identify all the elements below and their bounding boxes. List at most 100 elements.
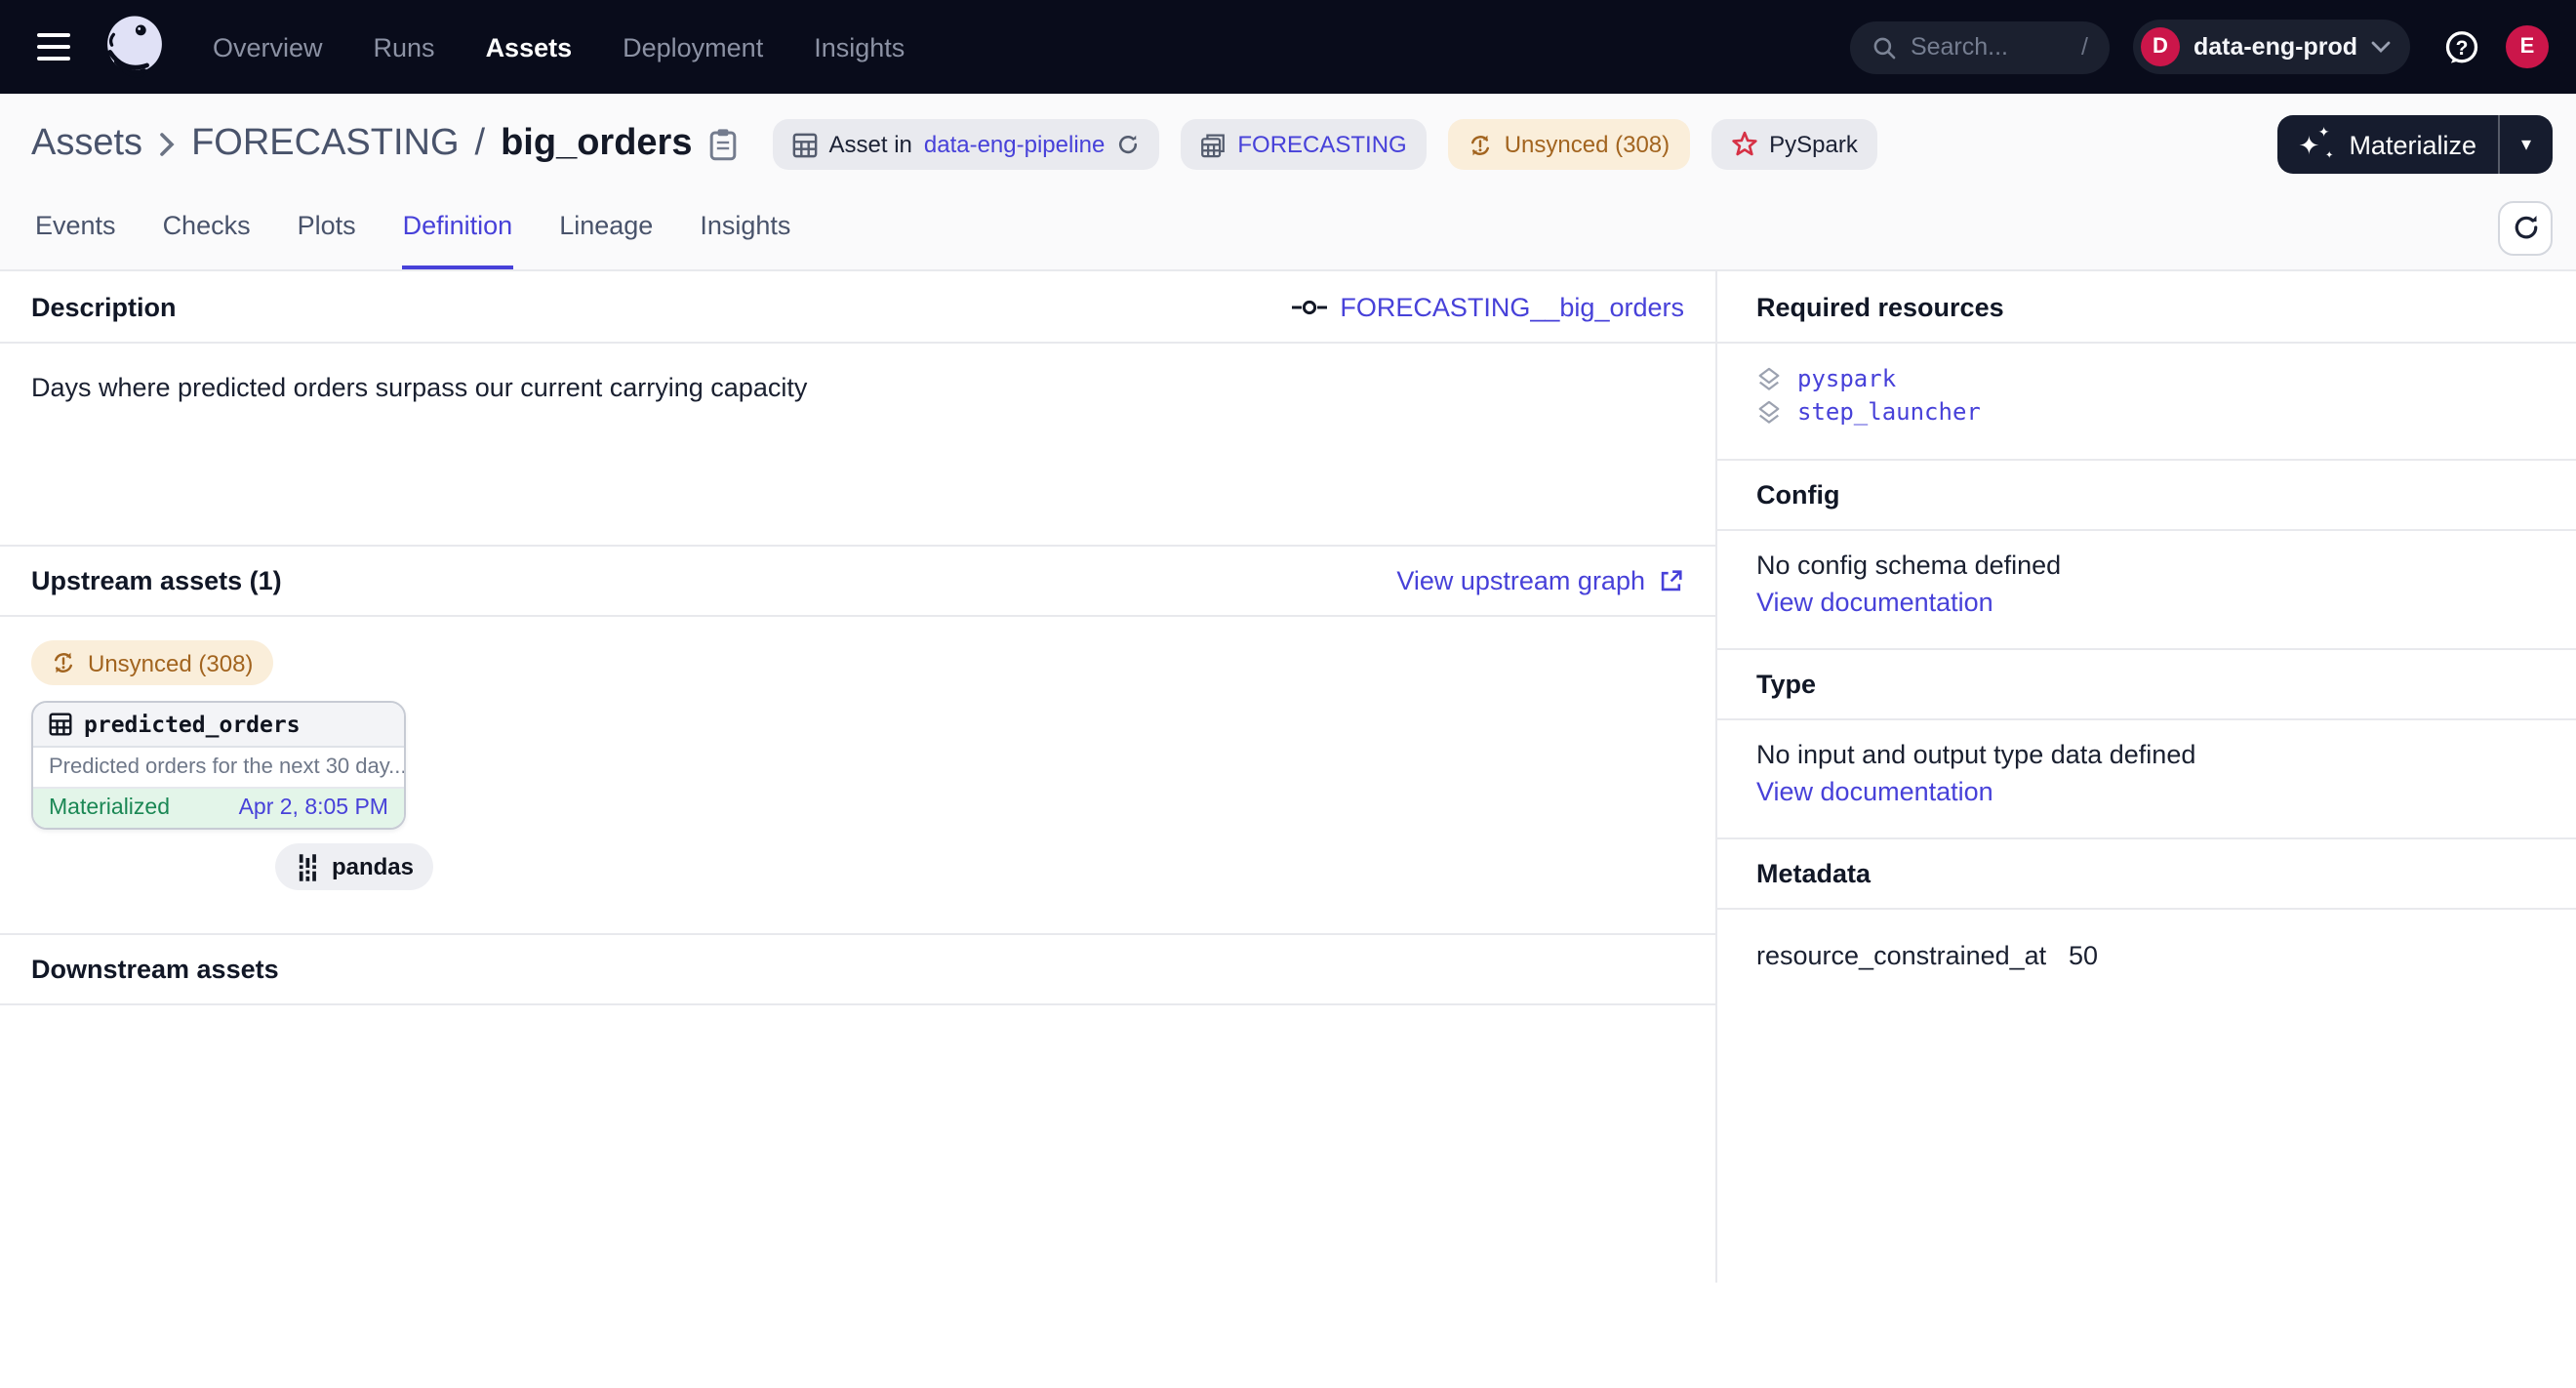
materialize-split-button: ✦ ✦ ✦ Materialize ▾ — [2276, 115, 2553, 174]
tab-checks[interactable]: Checks — [163, 185, 251, 269]
tag-asset-in-job: Asset in data-eng-pipeline — [773, 119, 1160, 170]
type-empty-message: No input and output type data defined — [1756, 740, 2537, 769]
description-title: Description — [31, 292, 177, 321]
materialization-timestamp-link[interactable]: Apr 2, 8:05 PM — [239, 796, 388, 820]
sync-warning-icon — [1468, 132, 1493, 157]
view-upstream-graph-label: View upstream graph — [1396, 566, 1645, 595]
asset-card-name: predicted_orders — [84, 711, 301, 738]
materialize-options-button[interactable]: ▾ — [2500, 115, 2553, 174]
upstream-section-header: Upstream assets (1) View upstream graph — [0, 545, 1715, 617]
deployment-name: data-eng-prod — [2194, 33, 2357, 61]
breadcrumb-group-link[interactable]: FORECASTING — [191, 123, 459, 166]
main-column: Description FORECASTING__big_orders Days… — [0, 271, 1717, 1283]
tab-insights[interactable]: Insights — [700, 185, 790, 269]
tag-compute-kind-label: PySpark — [1769, 131, 1858, 158]
search-input[interactable]: Search... / — [1850, 20, 2110, 73]
job-refresh-button[interactable] — [1116, 133, 1140, 156]
type-section-header: Type — [1717, 648, 2576, 720]
asset-group-icon — [1200, 132, 1226, 157]
materialize-button[interactable]: ✦ ✦ ✦ Materialize — [2276, 115, 2500, 174]
materialize-label: Materialize — [2349, 130, 2476, 159]
op-icon — [1291, 298, 1326, 315]
refresh-icon — [1116, 133, 1140, 156]
tag-compute-kind: PySpark — [1711, 119, 1877, 170]
asset-tabs: Events Checks Plots Definition Lineage I… — [0, 185, 2576, 271]
resources-body: pyspark step_launcher — [1717, 344, 2576, 459]
nav-item-deployment[interactable]: Deployment — [623, 32, 763, 61]
view-upstream-graph-link[interactable]: View upstream graph — [1396, 566, 1684, 595]
unsynced-badge[interactable]: Unsynced (308) — [31, 640, 272, 685]
unsynced-badge-label: Unsynced (308) — [88, 649, 253, 676]
resource-link-pyspark-label: pyspark — [1797, 365, 1896, 392]
tab-events[interactable]: Events — [35, 185, 116, 269]
resource-icon — [1756, 399, 1782, 425]
nav-item-overview[interactable]: Overview — [213, 32, 323, 61]
type-view-documentation-link[interactable]: View documentation — [1756, 777, 2537, 806]
copy-icon — [708, 127, 738, 162]
definition-content: Description FORECASTING__big_orders Days… — [0, 271, 2576, 1283]
tab-lineage[interactable]: Lineage — [559, 185, 653, 269]
tag-pandas[interactable]: pandas — [275, 843, 433, 890]
table-icon — [49, 713, 72, 736]
asset-card-description: Predicted orders for the next 30 day... — [33, 748, 404, 789]
resource-link-step-launcher-label: step_launcher — [1797, 398, 1981, 426]
resources-section-header: Required resources — [1717, 271, 2576, 344]
external-link-icon — [1659, 568, 1684, 593]
caret-down-icon: ▾ — [2521, 134, 2531, 155]
op-link[interactable]: FORECASTING__big_orders — [1291, 292, 1684, 321]
pyspark-star-icon — [1730, 131, 1757, 158]
nav-item-runs[interactable]: Runs — [374, 32, 435, 61]
tag-pandas-label: pandas — [332, 853, 414, 880]
menu-button[interactable] — [20, 16, 88, 77]
nav-item-assets[interactable]: Assets — [486, 32, 573, 61]
breadcrumb-separator: / — [475, 123, 486, 166]
upstream-title: Upstream assets (1) — [31, 566, 282, 595]
search-placeholder: Search... — [1911, 33, 2008, 61]
downstream-section-header: Downstream assets — [0, 933, 1715, 1005]
materialized-status: Materialized — [49, 796, 170, 820]
config-empty-message: No config schema defined — [1756, 551, 2537, 580]
search-shortcut-hint: / — [2081, 33, 2088, 61]
description-body: Days where predicted orders surpass our … — [0, 344, 1715, 545]
user-avatar[interactable]: E — [2506, 25, 2549, 68]
menu-icon — [37, 33, 70, 37]
asset-card-status-row: Materialized Apr 2, 8:05 PM — [33, 789, 404, 828]
breadcrumb-asset-name: big_orders — [501, 123, 692, 166]
tab-definition[interactable]: Definition — [403, 185, 513, 269]
config-body: No config schema defined View documentat… — [1717, 531, 2576, 648]
top-nav: Overview Runs Assets Deployment Insights… — [0, 0, 2576, 94]
resource-link-step-launcher[interactable]: step_launcher — [1756, 398, 2537, 426]
tag-sync-status[interactable]: Unsynced (308) — [1448, 119, 1689, 170]
upstream-asset-card[interactable]: predicted_orders Predicted orders for th… — [31, 701, 406, 830]
top-nav-right: Search... / D data-eng-prod ? — [1850, 20, 2549, 74]
svg-text:?: ? — [2456, 36, 2469, 59]
help-button[interactable]: ? — [2441, 26, 2482, 67]
refresh-page-button[interactable] — [2498, 200, 2553, 255]
resource-link-pyspark[interactable]: pyspark — [1756, 365, 2537, 392]
page-header: Assets FORECASTING / big_orders — [0, 94, 2576, 271]
dagster-logo-icon — [100, 12, 170, 82]
chevron-down-icon — [2371, 41, 2391, 53]
compute-kind-row: pandas — [31, 843, 433, 890]
metadata-key: resource_constrained_at — [1756, 941, 2069, 970]
deployment-switcher[interactable]: D data-eng-prod — [2133, 20, 2410, 74]
upstream-body: Unsynced (308) predicted_orders Predicte… — [0, 617, 1715, 933]
top-nav-links: Overview Runs Assets Deployment Insights — [213, 32, 905, 61]
nav-item-insights[interactable]: Insights — [814, 32, 905, 61]
op-link-label: FORECASTING__big_orders — [1340, 292, 1684, 321]
resource-icon — [1756, 366, 1782, 391]
type-body: No input and output type data defined Vi… — [1717, 720, 2576, 837]
tag-job-link[interactable]: data-eng-pipeline — [924, 131, 1106, 158]
refresh-icon — [2511, 213, 2540, 242]
breadcrumb-assets-link[interactable]: Assets — [31, 123, 142, 166]
tab-plots[interactable]: Plots — [298, 185, 356, 269]
asset-card-header: predicted_orders — [33, 703, 404, 748]
copy-asset-name-button[interactable] — [708, 127, 738, 162]
config-view-documentation-link[interactable]: View documentation — [1756, 588, 2537, 617]
help-icon: ? — [2441, 26, 2482, 67]
tag-asset-group[interactable]: FORECASTING — [1181, 119, 1426, 170]
dagster-logo[interactable] — [100, 12, 170, 82]
chevron-right-icon — [158, 131, 176, 158]
sparkles-icon: ✦ ✦ ✦ — [2298, 128, 2333, 161]
downstream-title: Downstream assets — [31, 955, 279, 984]
